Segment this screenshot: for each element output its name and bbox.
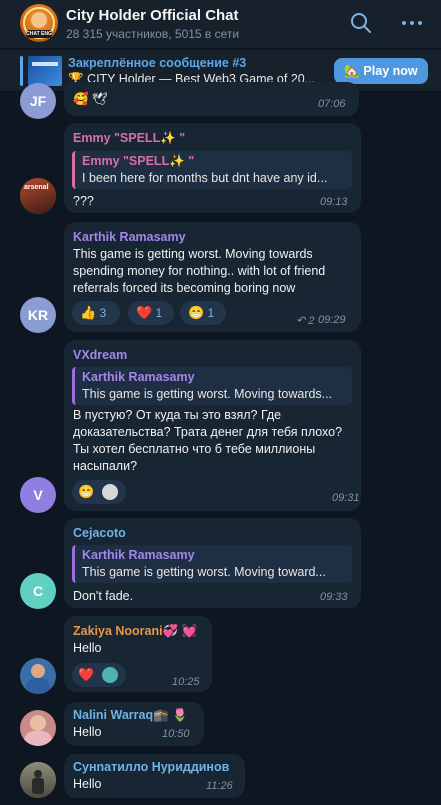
message-line: This game is getting worst. Moving towar… [73, 247, 313, 261]
message-bubble: Emmy "SPELL✨ " Emmy "SPELL✨ " I been her… [64, 123, 361, 213]
avatar-badge: CHAT ENG [26, 30, 52, 38]
pinned-indicator [20, 56, 23, 86]
message-emojis: 🥰 🕊 [73, 92, 108, 106]
avatar[interactable]: KR [20, 297, 56, 333]
message-time: 10:50 [162, 728, 190, 740]
reply-quote[interactable]: Karthik Ramasamy This game is getting wo… [72, 545, 352, 583]
reply-count[interactable]: ↶ 2 [296, 314, 314, 327]
message-time: 09:29 [318, 314, 346, 326]
avatar-face [31, 12, 47, 28]
more-options-icon[interactable] [400, 12, 424, 34]
chat-avatar[interactable]: CHAT ENG [20, 4, 58, 42]
pinned-thumbnail [28, 56, 62, 86]
message-text: Hello [73, 725, 102, 739]
sender-name[interactable]: Emmy "SPELL✨ " [73, 131, 185, 146]
message-bubble: Nalini Warraq🕋 🌷 Hello 10:50 [64, 702, 204, 746]
avatar[interactable] [20, 762, 56, 798]
message-line: referrals forced its becoming boring now [73, 281, 296, 295]
reaction-emoji: 😁 [188, 305, 205, 320]
reply-quote[interactable]: Karthik Ramasamy This game is getting wo… [72, 367, 352, 405]
quote-sender: Emmy "SPELL✨ " [82, 154, 195, 168]
avatar[interactable] [20, 710, 56, 746]
avatar[interactable]: C [20, 573, 56, 609]
reaction-count: 1 [207, 306, 215, 320]
sender-name[interactable]: Zakiya Noorani💞 💓 [73, 624, 197, 639]
message-text: Don't fade. [73, 589, 134, 603]
reaction-emoji: ❤️ [78, 667, 95, 682]
sender-name[interactable]: Karthik Ramasamy [73, 230, 186, 244]
message-line: доказательства? Трата денег для тебя пло… [73, 425, 343, 439]
quote-text: This game is getting worst. Moving towar… [82, 565, 326, 579]
search-icon[interactable] [350, 12, 372, 34]
reply-count-number: 2 [308, 315, 315, 327]
chat-subtitle: 28 315 участников, 5015 в сети [66, 27, 240, 41]
message-line: В пустую? От куда ты это взял? Где [73, 408, 282, 422]
message-time: 09:31 [332, 492, 360, 504]
avatar[interactable] [20, 658, 56, 694]
reaction-grin[interactable]: 😁 [72, 480, 126, 504]
message-time: 11:26 [206, 780, 233, 792]
message-bubble: 🥰 🕊 07:06 [64, 82, 359, 116]
message-text: ??? [73, 194, 94, 208]
message-time: 09:33 [320, 591, 348, 603]
avatar[interactable]: V [20, 477, 56, 513]
message-bubble: VXdream Karthik Ramasamy This game is ge… [64, 340, 361, 511]
message-time: 10:25 [172, 676, 200, 688]
message-bubble: Karthik Ramasamy This game is getting wo… [64, 222, 361, 332]
reaction-emoji: 👍 [80, 305, 97, 320]
pinned-title: Закреплённое сообщение #3 [68, 56, 247, 70]
message-bubble: Сунnатилло Нуриддинов Hello 11:26 [64, 754, 245, 798]
reaction-count: 3 [99, 306, 107, 320]
avatar[interactable]: JF [20, 83, 56, 119]
reaction-count: 1 [155, 306, 163, 320]
message-bubble: Cejacoto Karthik Ramasamy This game is g… [64, 518, 361, 608]
message-time: 07:06 [318, 98, 346, 110]
reaction-emoji: 😁 [78, 484, 95, 499]
reaction-heart[interactable]: ❤️ [72, 663, 126, 687]
message-time: 09:13 [320, 196, 348, 208]
reaction-emoji: ❤️ [136, 305, 153, 320]
quote-sender: Karthik Ramasamy [82, 370, 195, 384]
quote-sender: Karthik Ramasamy [82, 548, 195, 562]
message-text: Hello [73, 641, 102, 655]
chat-header: CHAT ENG City Holder Official Chat 28 31… [0, 0, 441, 48]
sender-name[interactable]: Cejacoto [73, 526, 126, 540]
message-line: насыпали? [73, 459, 138, 473]
reply-quote[interactable]: Emmy "SPELL✨ " I been here for months bu… [72, 151, 352, 189]
play-now-button[interactable]: 🏡 Play now [334, 58, 428, 84]
message-line: spending money for nothing.. with lot of… [73, 264, 326, 278]
chat-title[interactable]: City Holder Official Chat [66, 7, 239, 24]
reaction-thumbs-up[interactable]: 👍 3 [72, 301, 120, 325]
quote-text: This game is getting worst. Moving towar… [82, 387, 333, 401]
sender-name[interactable]: VXdream [73, 348, 127, 362]
reactor-avatar [101, 666, 118, 683]
sender-name[interactable]: Сунnатилло Нуриддинов [73, 760, 229, 774]
reaction-grin[interactable]: 😁 1 [180, 301, 226, 325]
message-bubble: Zakiya Noorani💞 💓 Hello ❤️ 10:25 [64, 616, 212, 692]
avatar[interactable]: arsenal [20, 178, 56, 214]
message-line: Ты хотел бесплатно что б тебе миллионы [73, 442, 316, 456]
quote-text: I been here for months but dnt have any … [82, 171, 328, 185]
reactor-avatar [101, 483, 118, 500]
sender-name[interactable]: Nalini Warraq🕋 🌷 [73, 708, 188, 723]
reaction-heart[interactable]: ❤️ 1 [128, 301, 174, 325]
message-text: Hello [73, 777, 102, 791]
